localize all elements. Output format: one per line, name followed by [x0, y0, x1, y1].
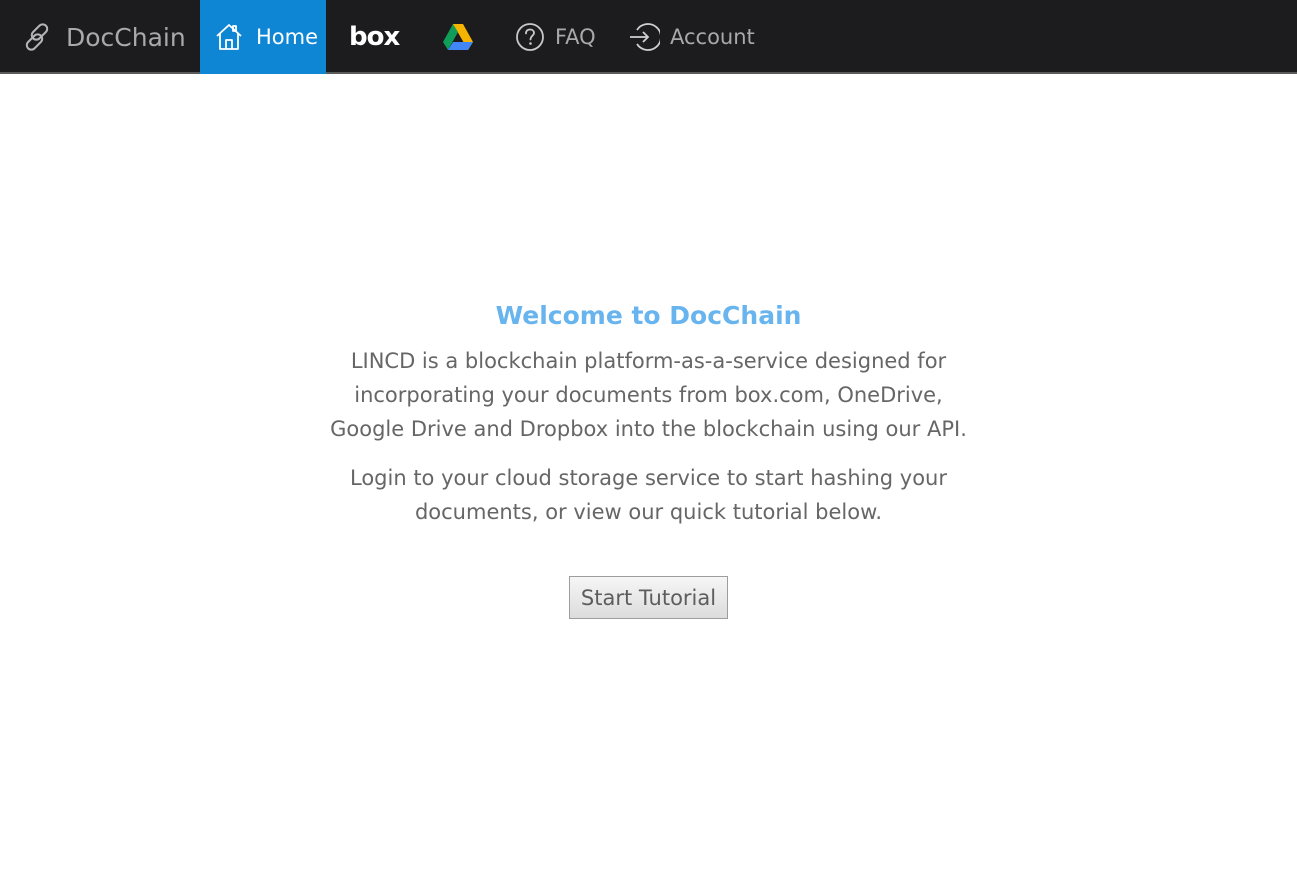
nav-faq-label: FAQ [555, 25, 596, 49]
welcome-title: Welcome to DocChain [495, 301, 802, 330]
brand-label: DocChain [66, 22, 186, 52]
sign-in-icon [628, 22, 660, 52]
box-logo: box [349, 22, 400, 52]
nav-account[interactable]: Account [628, 0, 755, 74]
top-navbar: DocChain Home box FAQ Account [0, 0, 1297, 74]
nav-google-drive[interactable] [442, 0, 474, 74]
welcome-section: Welcome to DocChain LINCD is a blockchai… [0, 296, 1297, 619]
login-paragraph: Login to your cloud storage service to s… [349, 466, 947, 524]
google-drive-icon [442, 23, 474, 51]
nav-home-label: Home [256, 25, 319, 49]
home-icon [214, 22, 244, 52]
nav-home[interactable]: Home [200, 0, 326, 74]
start-tutorial-button[interactable]: Start Tutorial [568, 576, 729, 619]
nav-account-label: Account [670, 25, 755, 49]
brand-link[interactable]: DocChain [20, 0, 186, 74]
nav-faq[interactable]: FAQ [515, 0, 596, 74]
question-circle-icon [515, 22, 545, 52]
intro-paragraph: LINCD is a blockchain platform-as-a-serv… [330, 349, 967, 441]
link-icon [20, 20, 54, 54]
nav-box[interactable]: box [349, 0, 400, 74]
